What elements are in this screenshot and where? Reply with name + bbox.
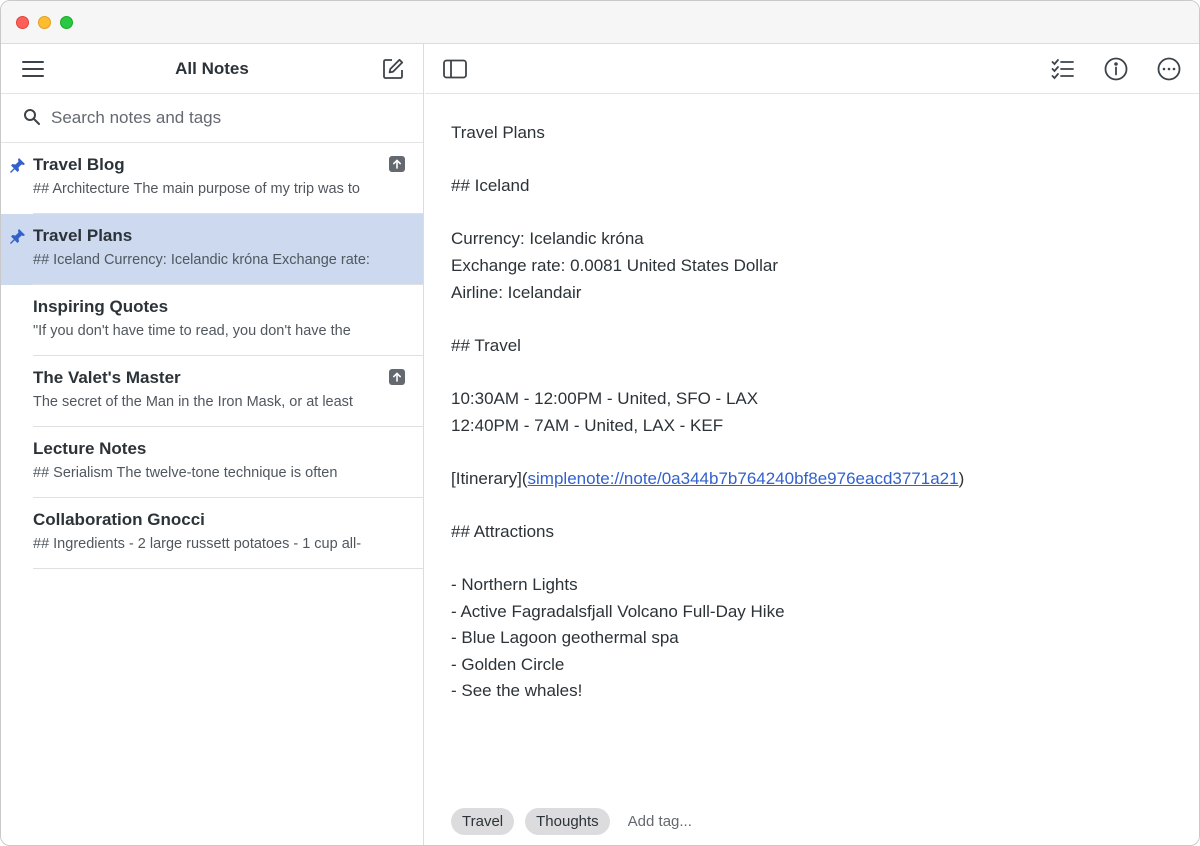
note-content[interactable]: Travel Plans ## Iceland Currency: Icelandi… [451, 120, 1171, 705]
add-tag-input[interactable] [627, 812, 748, 830]
note-title: Travel Blog [33, 155, 125, 174]
note-list-item[interactable]: Lecture Notes ## Serialism The twelve-ton… [1, 427, 423, 498]
content-line: ## Travel [451, 335, 521, 355]
more-options-icon [1157, 57, 1181, 81]
content-line: 10:30AM - 12:00PM - United, SFO - LAX [451, 388, 759, 408]
content-line: 12:40PM - 7AM - United, LAX - KEF [451, 415, 724, 435]
note-title: Lecture Notes [33, 439, 147, 458]
note-title: Travel Plans [33, 226, 133, 245]
maximize-window-button[interactable] [60, 16, 73, 29]
more-options-button[interactable] [1155, 55, 1183, 83]
note-list-item[interactable]: The Valet's Master The secret of the Man … [1, 356, 423, 427]
note-divider [33, 568, 423, 569]
content-line: - See the whales! [451, 681, 583, 701]
sidebar-header: All Notes [1, 44, 423, 94]
note-list-item[interactable]: Inspiring Quotes "If you don't have time … [1, 285, 423, 356]
tag-chip[interactable]: Thoughts [525, 807, 610, 835]
note-list: Travel Blog ## Architecture The main purp… [1, 143, 423, 569]
page-title: All Notes [175, 59, 249, 78]
itinerary-link-line: [Itinerary](simplenote://note/0a344b7b76… [451, 466, 1171, 493]
content-line: - Golden Circle [451, 654, 565, 674]
published-icon [389, 156, 405, 172]
search-input[interactable] [51, 106, 401, 130]
note-excerpt: ## Architecture The main purpose of my t… [33, 181, 360, 197]
content-line: ## Iceland [451, 176, 530, 196]
content-line: Travel Plans [451, 123, 545, 142]
pin-icon[interactable] [9, 228, 26, 245]
new-note-button[interactable] [379, 55, 407, 83]
note-title: Collaboration Gnocci [33, 510, 205, 529]
note-info-button[interactable] [1102, 55, 1130, 83]
note-title: Inspiring Quotes [33, 297, 169, 316]
note-list-item[interactable]: Travel Blog ## Architecture The main purp… [1, 143, 423, 214]
title-bar [1, 1, 1199, 44]
note-excerpt: "If you don't have time to read, you don… [33, 323, 351, 339]
note-excerpt: ## Ingredients - 2 large russett potatoe… [33, 536, 362, 552]
pin-icon[interactable] [9, 157, 26, 174]
content-line: - Northern Lights [451, 575, 578, 595]
search-bar [1, 94, 423, 143]
toggle-sidebar-button[interactable] [441, 55, 469, 83]
note-list-sidebar: All Notes Travel Blog ## Architecture The… [1, 44, 424, 845]
content-line: ## Attractions [451, 521, 555, 541]
close-window-button[interactable] [16, 16, 29, 29]
content-line: - Blue Lagoon geothermal spa [451, 628, 679, 648]
note-title: The Valet's Master [33, 368, 181, 387]
note-list-item[interactable]: Collaboration Gnocci ## Ingredients - 2 l… [1, 498, 423, 569]
content-line: Exchange rate: 0.0081 United States Doll… [451, 255, 778, 275]
note-excerpt: ## Serialism The twelve-tone technique i… [33, 465, 338, 481]
note-list-item[interactable]: Travel Plans ## Iceland Currency: Iceland… [1, 214, 423, 285]
note-excerpt: The secret of the Man in the Iron Mask, … [33, 394, 353, 410]
content-line: Currency: Icelandic króna [451, 229, 644, 249]
tag-bar: Travel Thoughts [451, 807, 748, 835]
search-icon [24, 109, 40, 125]
sidebar-toggle-icon [443, 59, 467, 79]
tag-chip[interactable]: Travel [451, 807, 515, 835]
editor-toolbar [425, 44, 1199, 94]
checklist-icon [1051, 59, 1074, 80]
note-link[interactable]: simplenote://note/0a344b7b764240bf8e976e… [528, 469, 959, 488]
link-suffix: ) [958, 468, 965, 488]
minimize-window-button[interactable] [38, 16, 51, 29]
note-excerpt: ## Iceland Currency: Icelandic króna Exc… [33, 252, 370, 268]
note-editor: Travel Plans ## Iceland Currency: Icelandi… [425, 44, 1199, 845]
info-icon [1104, 57, 1128, 81]
new-note-icon [383, 58, 404, 79]
insert-checklist-button[interactable] [1049, 55, 1077, 83]
published-icon [389, 369, 405, 385]
content-line: - Active Fagradalsfjall Volcano Full-Day… [451, 601, 785, 621]
app-window: All Notes Travel Blog ## Architecture The… [0, 0, 1200, 846]
content-line: Airline: Icelandair [451, 282, 582, 302]
link-prefix: [Itinerary]( [451, 468, 528, 488]
